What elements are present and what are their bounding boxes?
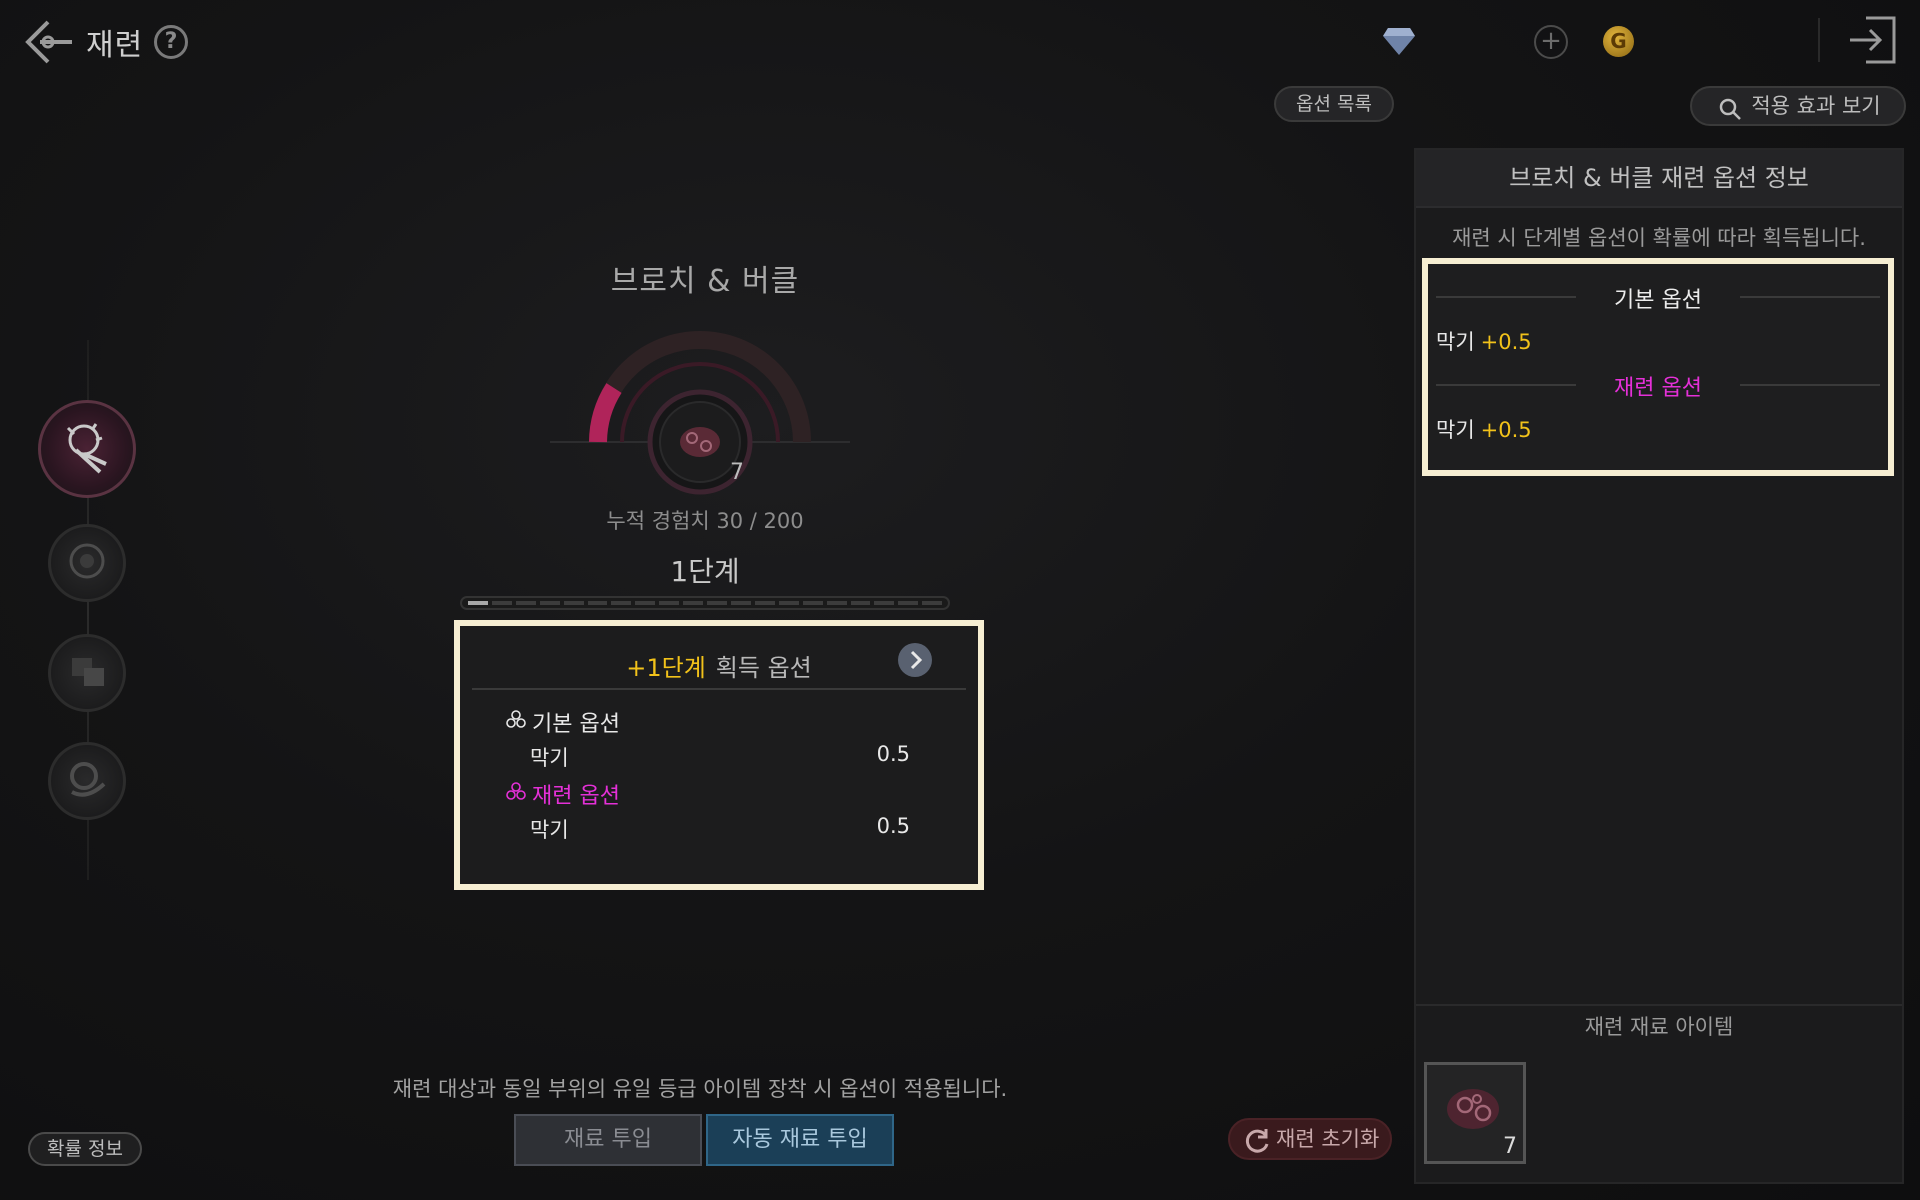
option-list-button[interactable]: 옵션 목록 [1274,86,1394,122]
material-count: 7 [1503,1134,1517,1159]
material-section-title: 재련 재료 아이템 [1416,1004,1902,1044]
plus-icon[interactable]: + [1534,25,1568,59]
slot-2[interactable] [48,524,126,602]
basic-option-heading: 기본 옵션 [506,706,620,738]
stage-segment [635,601,656,605]
panel-title: 브로치 & 버클 재련 옵션 정보 [1416,150,1902,208]
top-bar: 재련 ? + G [0,0,1920,84]
stage-segment [563,601,584,605]
page-title: 재련 [86,28,144,63]
stage-segment [611,601,632,605]
refine-gauge [550,300,850,510]
stage-segment [802,601,823,605]
stat-value: +0.5 [1480,330,1532,354]
stat-value: 0.5 [876,814,910,838]
exp-text: 누적 경험치 30 / 200 [606,509,804,533]
refine-info-panel: 브로치 & 버클 재련 옵션 정보 재련 시 단계별 옵션이 확률에 따라 획득… [1414,148,1904,1184]
ornament-icon [62,754,112,808]
search-icon [1718,96,1742,120]
refine-option-heading: 재련 옵션 [506,778,620,810]
ornament-icon [62,646,112,700]
basic-option-label: 기본 옵션 [532,712,620,737]
stage-segment [683,601,704,605]
basic-stat-row: 막기 +0.5 [1436,326,1532,356]
stage-segment [515,601,536,605]
notice-text: 재련 대상과 동일 부위의 유일 등급 아이템 장착 시 옵션이 적용됩니다. [392,1077,1008,1101]
triskele-icon [506,709,526,735]
basic-option-label: 기본 옵션 [1614,288,1702,313]
help-icon[interactable]: ? [154,25,188,59]
stat-value: 0.5 [876,742,910,766]
stage-segment [539,601,560,605]
stage-progress-bar [460,596,950,610]
stage-segment [898,601,919,605]
stage-segment [922,601,943,605]
refine-reset-button[interactable]: 재련 초기화 [1228,1118,1392,1160]
stage-segment [491,601,512,605]
material-item-slot[interactable]: 7 [1424,1062,1526,1164]
stage-segment [659,601,680,605]
stage-segment [874,601,895,605]
stage-segment [826,601,847,605]
divider [1818,18,1820,62]
stage-segment [468,601,488,605]
brooch-icon [54,414,120,484]
panel-subtitle: 재련 시 단계별 옵션이 확률에 따라 획득됩니다. [1452,226,1866,250]
refine-stat-row: 막기 +0.5 [1436,414,1532,444]
auto-material-input-button[interactable]: 자동 재료 투입 [706,1114,894,1166]
slot-3[interactable] [48,634,126,712]
divider [472,688,966,690]
gain-options-panel: +1단계 획득 옵션 기본 옵션 막기 0.5 재련 옵션 막기 0.5 [454,620,984,890]
gain-title: 획득 옵션 [715,654,812,682]
stage-segment [587,601,608,605]
stage-segment [778,601,799,605]
slot-4[interactable] [48,742,126,820]
gem-icon [1382,26,1416,56]
stage-text: 1단계 [670,555,740,588]
view-effects-label: 적용 효과 보기 [1751,94,1881,118]
stat-name: 막기 [530,746,569,770]
gain-level: +1단계 [626,654,706,682]
refresh-icon [1242,1126,1272,1156]
basic-stat-row: 막기 0.5 [530,742,910,772]
item-count: 7 [730,460,744,485]
refine-option-label: 재련 옵션 [532,784,620,809]
item-name: 브로치 & 버클 [610,264,800,299]
stat-name: 막기 [1436,330,1475,354]
refine-stat-row: 막기 0.5 [530,814,910,844]
chevron-right-icon[interactable] [898,643,932,677]
view-effects-button[interactable]: 적용 효과 보기 [1690,86,1906,126]
slot-brooch-buckle[interactable] [38,400,136,498]
option-info-box: 기본 옵션 막기 +0.5 재련 옵션 막기 +0.5 [1422,258,1894,476]
stage-segment [730,601,751,605]
triskele-icon [506,781,526,807]
back-arrow-icon[interactable] [22,16,76,68]
brooch-icon [680,427,720,457]
stage-segment [707,601,727,605]
stage-segment [850,601,871,605]
stat-name: 막기 [530,818,569,842]
refine-option-label: 재련 옵션 [1614,376,1702,401]
stat-value: +0.5 [1480,418,1532,442]
material-input-button[interactable]: 재료 투입 [514,1114,702,1166]
gold-coin-icon: G [1603,26,1634,57]
stat-name: 막기 [1436,418,1475,442]
exit-icon[interactable] [1846,14,1898,66]
refine-reset-label: 재련 초기화 [1276,1127,1380,1151]
probability-info-button[interactable]: 확률 정보 [28,1132,142,1166]
ornament-icon [62,536,112,590]
stage-segment [754,601,775,605]
